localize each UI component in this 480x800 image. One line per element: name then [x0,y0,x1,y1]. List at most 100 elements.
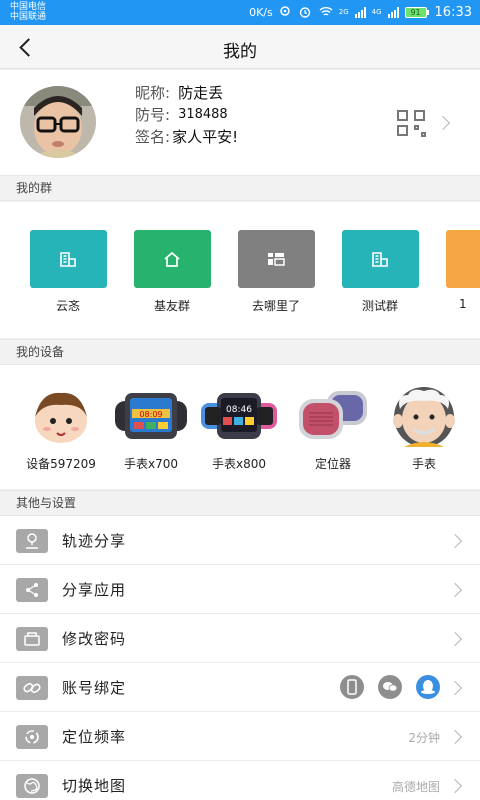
settings-header: 其他与设置 [0,490,480,516]
wifi-icon [319,6,333,18]
profile-info: 昵称: 防走丢 防号: 318488 签名: 家人平安! [135,82,238,148]
settings-item-label: 轨迹分享 [62,532,127,550]
carrier-1: 中国电信 [10,2,47,12]
network-type-2: 4G [371,8,382,16]
qq-icon [416,675,440,699]
chevron-right-icon [447,533,463,549]
settings-item-value: 2分钟 [408,731,440,745]
id-value: 318488 [178,107,228,122]
device-avatar [21,387,101,447]
building-icon [60,252,76,267]
carrier-2: 中国联通 [10,12,47,22]
watch-icon: 08:09 [111,387,191,447]
chevron-right-icon [447,778,463,794]
group-name: 云忞 [55,299,80,313]
globe-icon [16,774,48,798]
group-name: 去哪里了 [251,299,300,313]
device-avatar [384,387,464,447]
frequency-icon [16,725,48,749]
settings-item-value: 高德地图 [391,780,440,794]
device-item[interactable]: 定位器 [290,387,376,472]
group-tile [445,230,480,288]
status-bar: 中国电信 中国联通 0K/s 2G 4G 91 16:33 [0,0,480,25]
profile-card[interactable]: 昵称: 防走丢 防号: 318488 签名: 家人平安! [0,70,480,175]
device-name: 手表x700 [123,457,178,471]
settings-item-track-share[interactable]: 轨迹分享 [0,516,480,565]
device-name: 手表 [411,457,436,471]
groups-header: 我的群 [0,175,480,201]
locator-icon [293,387,373,447]
group-item[interactable]: 基友群 [133,230,211,314]
alarm-icon [299,6,313,18]
group-tile [341,230,419,288]
devices-header: 我的设备 [0,339,480,365]
device-item[interactable]: 08:09 手表x700 [108,387,194,472]
status-icons: 0K/s 2G 4G 91 16:33 [249,4,472,20]
battery-level: 91 [404,6,427,18]
settings-item-label: 账号绑定 [62,679,127,697]
battery-icon: 91 [404,6,429,18]
settings-item-label: 切换地图 [62,777,127,795]
signal-icon-2 [387,6,399,18]
device-name: 设备597209 [26,457,96,471]
qr-code-icon[interactable] [395,108,429,138]
group-item[interactable]: 云忞 [29,230,107,314]
svg-text:08:09: 08:09 [139,410,162,419]
nickname-label: 昵称: [135,84,171,102]
group-tile [237,230,315,288]
chevron-right-icon [447,631,463,647]
signal-icon [354,6,366,18]
building-icon [372,252,388,267]
chevron-right-icon [435,115,451,131]
chevron-right-icon [447,680,463,696]
group-tile [29,230,107,288]
home-icon [164,251,180,267]
window-icon [268,253,285,266]
group-item[interactable]: 去哪里了 [237,230,315,314]
avatar[interactable] [20,86,96,158]
network-type-1: 2G [338,8,349,16]
settings-item-account-binding[interactable]: 账号绑定 [0,663,480,712]
track-icon [16,529,48,553]
page-title: 我的 [223,42,257,62]
group-name: 1 [459,297,467,311]
group-item[interactable]: 测试群 [341,230,419,314]
network-speed: 0K/s [249,5,273,19]
carrier-info: 中国电信 中国联通 [10,2,46,22]
chevron-right-icon [447,729,463,745]
device-item[interactable]: 设备597209 [18,387,104,472]
clock: 16:33 [434,4,472,20]
bound-accounts [340,675,440,699]
share-icon [16,578,48,602]
phone-icon [340,675,364,699]
nav-bar: 我的 [0,25,480,69]
group-item[interactable]: 1 [445,230,480,311]
link-icon [16,676,48,700]
chevron-right-icon [447,582,463,598]
settings-item-label: 定位频率 [62,728,127,746]
signature-label: 签名: [135,128,171,146]
wechat-icon [378,675,402,699]
group-tile [133,230,211,288]
settings-item-label: 修改密码 [62,630,127,648]
svg-text:08:46: 08:46 [226,405,252,415]
device-item[interactable]: 手表 [381,387,467,472]
devices-list: 设备597209 08:09 手表x700 08:46 手表x800 定位器 手… [0,365,480,489]
group-name: 测试群 [361,299,398,313]
location-icon [279,6,293,18]
nickname-value: 防走丢 [178,84,224,102]
settings-item-share-app[interactable]: 分享应用 [0,565,480,614]
settings-item-change-password[interactable]: 修改密码 [0,614,480,663]
settings-item-location-frequency[interactable]: 定位频率 2分钟 [0,712,480,761]
device-item[interactable]: 08:46 手表x800 [196,387,282,472]
id-label: 防号: [135,106,171,124]
settings-item-switch-map[interactable]: 切换地图 高德地图 [0,761,480,800]
lock-icon [16,627,48,651]
signature-value: 家人平安! [172,128,239,146]
settings-list: 轨迹分享 分享应用 修改密码 账号绑定 定位频率 2分钟 切换地图 高德地图 [0,516,480,800]
watch-icon: 08:46 [199,387,279,447]
device-name: 手表x800 [211,457,266,471]
groups-list: 云忞 基友群 去哪里了 测试群 1 [0,202,480,338]
group-name: 基友群 [153,299,190,313]
device-name: 定位器 [314,457,351,471]
